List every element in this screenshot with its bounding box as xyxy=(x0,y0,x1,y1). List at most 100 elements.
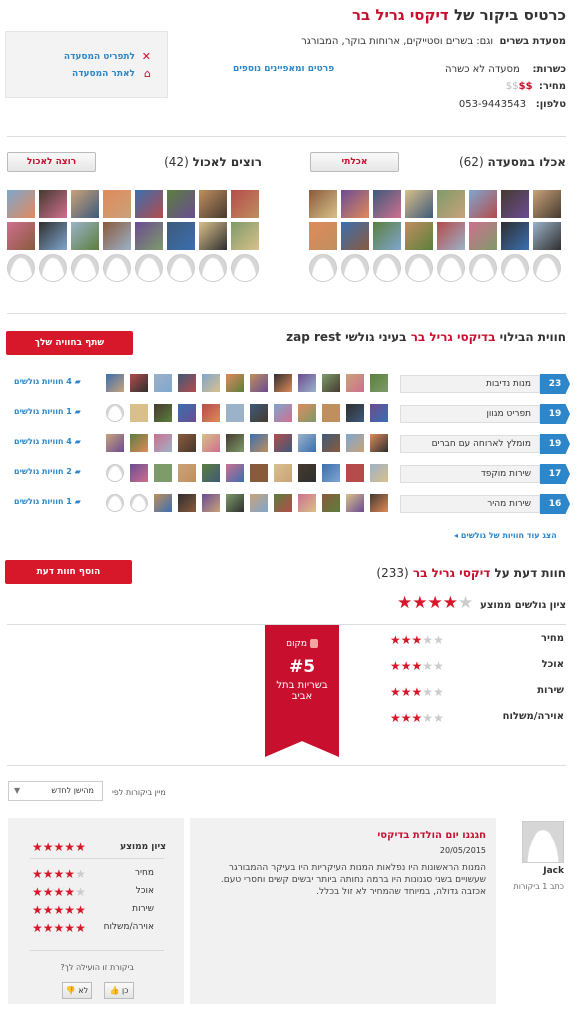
user-thumb[interactable] xyxy=(226,464,244,482)
user-thumb[interactable] xyxy=(226,374,244,392)
user-avatar[interactable] xyxy=(469,190,497,218)
user-avatar[interactable] xyxy=(199,222,227,250)
user-thumb[interactable] xyxy=(370,494,388,512)
user-thumb[interactable] xyxy=(298,464,316,482)
review-author-name[interactable]: Jack xyxy=(543,866,564,876)
user-avatar[interactable] xyxy=(533,222,561,250)
experience-label[interactable]: שירות מוקפד xyxy=(400,465,540,483)
user-thumb[interactable] xyxy=(106,494,124,512)
helpful-yes-button[interactable]: 👍 כן xyxy=(104,982,134,999)
user-thumb[interactable] xyxy=(250,464,268,482)
user-avatar[interactable] xyxy=(437,222,465,250)
user-avatar[interactable] xyxy=(103,254,131,282)
user-avatar[interactable] xyxy=(373,190,401,218)
user-thumb[interactable] xyxy=(202,404,220,422)
user-avatar[interactable] xyxy=(309,254,337,282)
add-opinion-button[interactable]: הוסף חוות דעת xyxy=(5,560,132,584)
experience-label[interactable]: תפריט מגוון xyxy=(400,405,540,423)
more-experiences-link[interactable]: הצג עוד חוויות של גולשים ◂ xyxy=(454,531,557,540)
user-avatar[interactable] xyxy=(533,190,561,218)
share-experience-button[interactable]: שתף בחוויה שלך xyxy=(6,331,133,355)
user-avatar[interactable] xyxy=(103,222,131,250)
user-thumb[interactable] xyxy=(346,434,364,452)
user-thumb[interactable] xyxy=(178,434,196,452)
user-thumb[interactable] xyxy=(346,464,364,482)
user-avatar[interactable] xyxy=(309,190,337,218)
user-avatar[interactable] xyxy=(309,222,337,250)
user-avatar[interactable] xyxy=(71,254,99,282)
user-thumb[interactable] xyxy=(106,374,124,392)
user-avatar[interactable] xyxy=(533,254,561,282)
user-thumb[interactable] xyxy=(202,464,220,482)
user-thumb[interactable] xyxy=(130,464,148,482)
user-avatar[interactable] xyxy=(135,190,163,218)
user-thumb[interactable] xyxy=(154,434,172,452)
user-avatar[interactable] xyxy=(373,254,401,282)
experience-users-link[interactable]: ▰ 4 חוויות גולשים xyxy=(14,377,81,386)
user-avatar[interactable] xyxy=(405,222,433,250)
website-link[interactable]: לאתר המסעדה xyxy=(72,69,135,79)
more-details-link[interactable]: פרטים ומאפיינים נוספים xyxy=(233,64,334,74)
user-thumb[interactable] xyxy=(322,404,340,422)
menu-link[interactable]: לתפריט המסעדה xyxy=(64,52,135,62)
experience-users-link[interactable]: ▰ 1 חוויות גולשים xyxy=(14,407,81,416)
sort-select[interactable]: ▼ מהישן לחדש xyxy=(8,781,103,801)
user-thumb[interactable] xyxy=(370,404,388,422)
user-avatar[interactable] xyxy=(405,190,433,218)
user-avatar[interactable] xyxy=(231,254,259,282)
user-thumb[interactable] xyxy=(178,494,196,512)
user-thumb[interactable] xyxy=(298,494,316,512)
user-thumb[interactable] xyxy=(274,494,292,512)
user-avatar[interactable] xyxy=(199,254,227,282)
user-avatar[interactable] xyxy=(437,190,465,218)
user-thumb[interactable] xyxy=(130,404,148,422)
user-thumb[interactable] xyxy=(274,434,292,452)
user-thumb[interactable] xyxy=(322,494,340,512)
user-thumb[interactable] xyxy=(154,404,172,422)
user-avatar[interactable] xyxy=(341,222,369,250)
user-thumb[interactable] xyxy=(178,404,196,422)
user-avatar[interactable] xyxy=(7,190,35,218)
user-avatar[interactable] xyxy=(39,190,67,218)
user-avatar[interactable] xyxy=(167,254,195,282)
user-thumb[interactable] xyxy=(226,434,244,452)
user-thumb[interactable] xyxy=(298,374,316,392)
user-thumb[interactable] xyxy=(298,404,316,422)
experience-users-link[interactable]: ▰ 2 חוויות גולשים xyxy=(14,467,81,476)
user-avatar[interactable] xyxy=(341,254,369,282)
experience-label[interactable]: מומלץ לארוחה עם חברים xyxy=(400,435,540,453)
user-avatar[interactable] xyxy=(469,254,497,282)
user-avatar[interactable] xyxy=(167,222,195,250)
experience-users-link[interactable]: ▰ 1 חוויות גולשים xyxy=(14,497,81,506)
user-thumb[interactable] xyxy=(202,494,220,512)
user-thumb[interactable] xyxy=(274,404,292,422)
user-thumb[interactable] xyxy=(250,494,268,512)
user-thumb[interactable] xyxy=(202,434,220,452)
user-thumb[interactable] xyxy=(154,494,172,512)
user-avatar[interactable] xyxy=(501,190,529,218)
user-avatar[interactable] xyxy=(135,254,163,282)
experience-label[interactable]: שירות מהיר xyxy=(400,495,540,513)
user-thumb[interactable] xyxy=(346,374,364,392)
user-thumb[interactable] xyxy=(106,434,124,452)
user-avatar[interactable] xyxy=(405,254,433,282)
user-thumb[interactable] xyxy=(106,404,124,422)
user-avatar[interactable] xyxy=(501,222,529,250)
want-button[interactable]: רוצה לאכול xyxy=(7,152,96,172)
user-thumb[interactable] xyxy=(274,464,292,482)
user-thumb[interactable] xyxy=(178,464,196,482)
user-avatar[interactable] xyxy=(39,254,67,282)
helpful-no-button[interactable]: 👎 לא xyxy=(62,982,92,999)
user-thumb[interactable] xyxy=(250,434,268,452)
user-thumb[interactable] xyxy=(202,374,220,392)
user-thumb[interactable] xyxy=(298,434,316,452)
user-avatar[interactable] xyxy=(39,222,67,250)
user-thumb[interactable] xyxy=(226,404,244,422)
user-avatar[interactable] xyxy=(135,222,163,250)
user-thumb[interactable] xyxy=(130,434,148,452)
user-thumb[interactable] xyxy=(154,464,172,482)
user-avatar[interactable] xyxy=(501,254,529,282)
user-avatar[interactable] xyxy=(103,190,131,218)
user-thumb[interactable] xyxy=(226,494,244,512)
user-avatar[interactable] xyxy=(71,190,99,218)
